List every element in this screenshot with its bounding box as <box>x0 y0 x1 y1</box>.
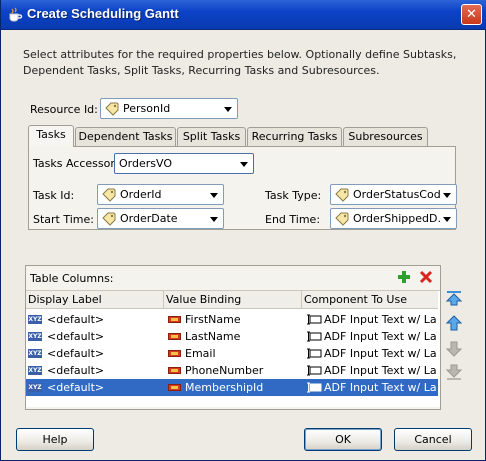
attribute-icon <box>168 350 181 357</box>
display-label-cell: <default> <box>47 364 105 377</box>
task-id-value: OrderId <box>120 188 162 201</box>
chevron-down-icon <box>443 217 451 222</box>
move-to-top-icon[interactable] <box>445 289 463 307</box>
tag-icon <box>102 212 116 226</box>
window-title: Create Scheduling Gantt <box>27 6 179 21</box>
end-time-select[interactable]: OrderShippedD... <box>330 208 457 229</box>
tab-split-tasks[interactable]: Split Tasks <box>177 127 246 147</box>
tab-label: Tasks <box>36 128 66 141</box>
tag-icon <box>335 188 349 202</box>
value-binding-cell: FirstName <box>185 313 241 326</box>
component-cell: ADF Input Text w/ La... <box>324 313 436 326</box>
remove-icon[interactable] <box>419 270 433 284</box>
display-label-cell: <default> <box>47 313 105 326</box>
attribute-icon <box>168 384 181 391</box>
move-to-bottom-icon[interactable] <box>445 364 463 382</box>
start-time-value: OrderDate <box>120 212 178 225</box>
task-id-select[interactable]: OrderId <box>97 184 224 205</box>
close-icon: ✕ <box>466 7 477 22</box>
input-text-icon <box>307 314 322 325</box>
text-field-icon: XYZ <box>28 383 42 392</box>
start-time-select[interactable]: OrderDate <box>97 208 224 229</box>
chevron-down-icon <box>240 162 248 167</box>
create-scheduling-gantt-dialog: Create Scheduling Gantt ✕ Select attribu… <box>0 0 486 461</box>
input-text-icon <box>307 348 322 359</box>
chevron-down-icon <box>224 107 232 112</box>
end-time-label: End Time: <box>265 213 321 226</box>
value-binding-cell: LastName <box>185 330 241 343</box>
value-binding-cell: Email <box>185 347 216 360</box>
component-cell: ADF Input Text w/ La... <box>324 330 436 343</box>
component-cell: ADF Input Text w/ La... <box>324 347 436 360</box>
tab-label: Recurring Tasks <box>251 130 338 143</box>
tasks-accessor-label: Tasks Accessor: <box>33 157 119 170</box>
tag-icon <box>102 188 116 202</box>
tab-tasks[interactable]: Tasks <box>28 125 74 147</box>
table-columns-grid: Display Label Value Binding Component To… <box>26 290 440 407</box>
value-binding-cell: PhoneNumber <box>185 364 264 377</box>
table-row[interactable]: XYZ <default> PhoneNumber ADF Input Text… <box>26 362 438 379</box>
tasks-accessor-select[interactable]: OrdersVO <box>114 153 254 174</box>
column-header-display-label[interactable]: Display Label <box>26 291 164 309</box>
tab-label: Dependent Tasks <box>78 130 173 143</box>
input-text-icon <box>307 365 322 376</box>
text-field-icon: XYZ <box>28 349 42 358</box>
text-field-icon: XYZ <box>28 315 42 324</box>
chevron-down-icon <box>210 217 218 222</box>
task-id-label: Task Id: <box>33 189 75 202</box>
intro-text: Select attributes for the required prope… <box>23 48 457 77</box>
task-type-label: Task Type: <box>265 189 322 202</box>
table-row[interactable]: XYZ <default> Email ADF Input Text w/ La… <box>26 345 438 362</box>
resource-id-value: PersonId <box>123 102 171 115</box>
tasks-accessor-value: OrdersVO <box>119 157 172 170</box>
resource-id-select[interactable]: PersonId <box>100 98 238 119</box>
tab-label: Subresources <box>348 130 423 143</box>
tag-icon <box>105 102 119 116</box>
tab-subresources[interactable]: Subresources <box>343 127 428 147</box>
cancel-button[interactable]: Cancel <box>394 428 472 451</box>
text-field-icon: XYZ <box>28 366 42 375</box>
move-up-icon[interactable] <box>445 314 463 332</box>
task-type-value: OrderStatusCode <box>353 188 441 201</box>
attribute-icon <box>168 333 181 340</box>
tag-icon <box>335 212 349 226</box>
tab-dependent-tasks[interactable]: Dependent Tasks <box>75 127 176 147</box>
chevron-down-icon <box>210 193 218 198</box>
task-type-select[interactable]: OrderStatusCode <box>330 184 457 205</box>
input-text-icon <box>307 331 322 342</box>
text-field-icon: XYZ <box>28 332 42 341</box>
tab-recurring-tasks[interactable]: Recurring Tasks <box>247 127 342 147</box>
input-text-icon <box>307 382 322 393</box>
title-bar[interactable]: Create Scheduling Gantt ✕ <box>1 0 486 30</box>
table-row[interactable]: XYZ <default> LastName ADF Input Text w/… <box>26 328 438 345</box>
end-time-value: OrderShippedD... <box>353 212 441 225</box>
column-header-component[interactable]: Component To Use <box>302 291 438 309</box>
resource-id-label: Resource Id: <box>30 103 98 116</box>
help-button[interactable]: Help <box>16 428 94 451</box>
ok-button[interactable]: OK <box>304 428 382 451</box>
add-icon[interactable] <box>397 270 411 284</box>
component-cell: ADF Input Text w/ La... <box>324 364 436 377</box>
coffee-cup-icon <box>9 7 23 22</box>
tab-label: Split Tasks <box>182 130 241 143</box>
close-button[interactable]: ✕ <box>461 4 482 25</box>
display-label-cell: <default> <box>47 330 105 343</box>
table-row[interactable]: XYZ <default> FirstName ADF Input Text w… <box>26 311 438 328</box>
start-time-label: Start Time: <box>33 213 94 226</box>
attribute-icon <box>168 316 181 323</box>
display-label-cell: <default> <box>47 347 105 360</box>
table-columns-label: Table Columns: <box>30 272 114 285</box>
attribute-icon <box>168 367 181 374</box>
component-cell: ADF Input Text w/ La... <box>324 381 436 394</box>
column-header-value-binding[interactable]: Value Binding <box>164 291 302 309</box>
move-down-icon[interactable] <box>445 340 463 358</box>
chevron-down-icon <box>443 193 451 198</box>
table-row-selected[interactable]: XYZ <default> MembershipId ADF Input Tex… <box>26 379 438 396</box>
value-binding-cell: MembershipId <box>185 381 264 394</box>
display-label-cell: <default> <box>47 381 105 394</box>
